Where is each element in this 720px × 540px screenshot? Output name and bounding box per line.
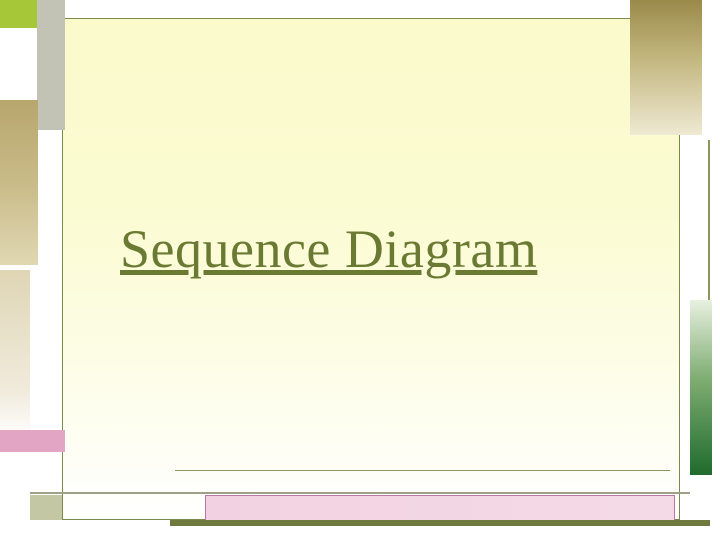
decoration-olive-right-line <box>708 140 710 300</box>
decoration-peach-left <box>0 270 30 440</box>
decoration-olive-left <box>0 100 38 265</box>
slide-title: Sequence Diagram <box>120 218 680 280</box>
decoration-grey-bottom-line <box>30 492 690 494</box>
decoration-green-right <box>690 300 712 475</box>
decoration-olive-bottom-left-square <box>30 495 62 520</box>
decoration-pink-bottom-left <box>0 430 65 452</box>
decoration-olive-bottom-rule <box>170 520 710 526</box>
decoration-olive-top-right <box>630 0 702 135</box>
decoration-inner-bottom-line <box>175 470 670 471</box>
slide: Sequence Diagram <box>0 0 720 540</box>
decoration-lime-top-left <box>0 0 37 28</box>
decoration-grey-left-bar <box>37 0 65 130</box>
